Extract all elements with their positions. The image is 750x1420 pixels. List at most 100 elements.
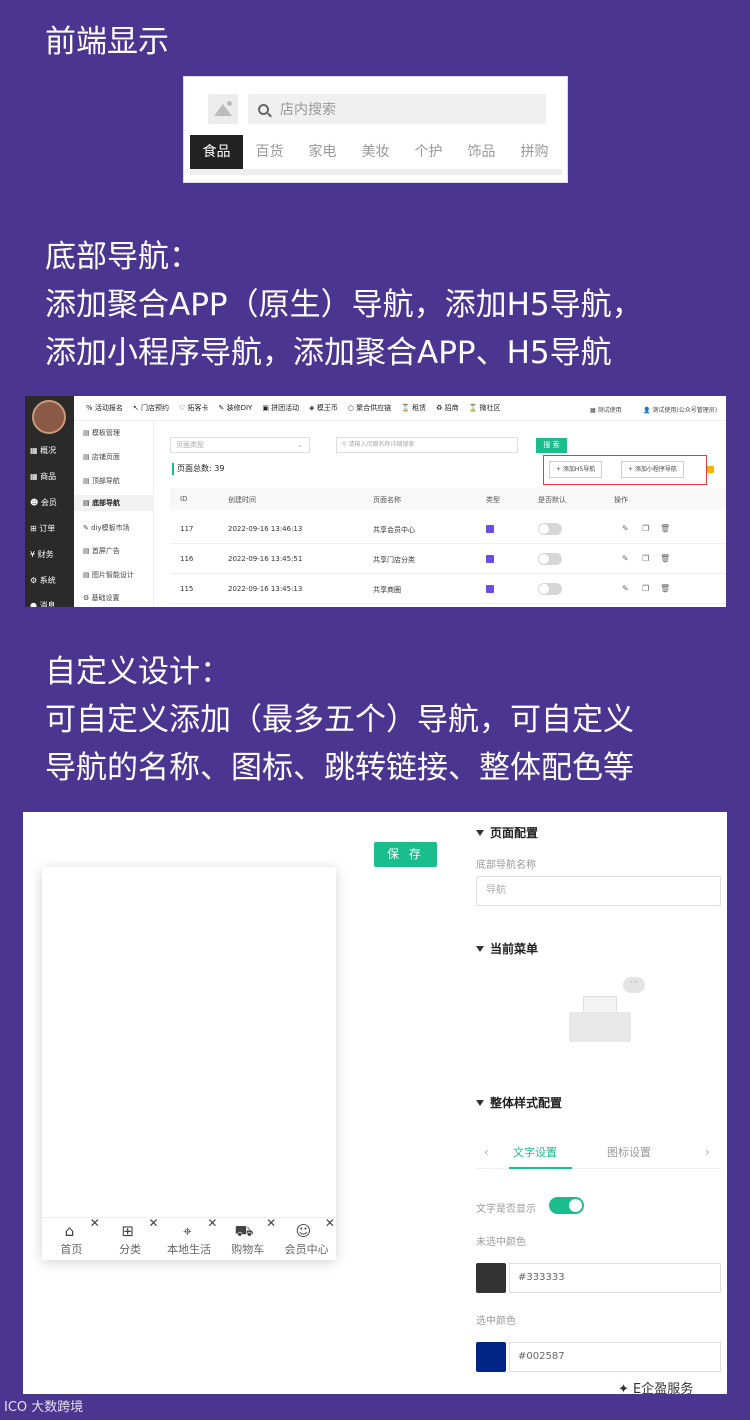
sidebar-item-overview[interactable]: ▦ 概况 <box>30 445 56 456</box>
tab-icon-settings[interactable]: 图标设置 <box>607 1144 651 1160</box>
color-value-input[interactable]: #002587 <box>509 1342 721 1372</box>
store-logo <box>32 400 66 434</box>
home-icon: ⌂ <box>64 1222 75 1240</box>
nav-item-category[interactable]: ⊞ ✕ 分类 <box>101 1216 160 1260</box>
close-icon[interactable]: ✕ <box>266 1216 276 1230</box>
edit-icon[interactable]: ✎ <box>622 584 629 593</box>
unselected-color-picker[interactable]: #333333 <box>476 1263 721 1293</box>
heading-line: 导航的名称、图标、跳转链接、整体配色等 <box>45 750 634 786</box>
sidebar-item-members[interactable]: ☻ 会员 <box>30 497 57 508</box>
color-swatch[interactable] <box>476 1342 506 1372</box>
category-tab[interactable]: 拼购 <box>508 135 561 169</box>
sidebar-item-system[interactable]: ⚙ 系统 <box>30 575 56 586</box>
category-tab[interactable]: 饰品 <box>455 135 508 169</box>
account-menu[interactable]: 👤 测试使用(公众号管理员) <box>643 405 717 414</box>
category-tab[interactable]: 美妆 <box>349 135 402 169</box>
sub-menu-item[interactable]: ▤ 模板管理 <box>83 428 120 438</box>
top-nav-label: 拼团活动 <box>271 404 300 412</box>
top-nav: % 活动报名 ↖ 门店预约 ♡ 拓客卡 ✎ 装修DIY ▣ 拼团活动 ◈ 模王币… <box>74 396 726 421</box>
nav-item-local-life[interactable]: ⌖ ✕ 本地生活 <box>160 1216 219 1260</box>
top-nav-item[interactable]: ○ 聚合供应链 <box>348 403 391 413</box>
sidebar-item-goods[interactable]: ▦ 商品 <box>30 471 56 482</box>
top-nav-item[interactable]: ♡ 拓客卡 <box>179 403 209 413</box>
close-icon[interactable]: ✕ <box>90 1216 100 1230</box>
sub-menu-item[interactable]: ⚙ 基础设置 <box>83 593 120 603</box>
selected-color-picker[interactable]: #002587 <box>476 1342 721 1372</box>
test-use-link[interactable]: ▦ 测试使用 <box>590 405 622 414</box>
text-show-toggle[interactable] <box>549 1197 584 1214</box>
sub-menu-label: 图片智能设计 <box>91 571 134 579</box>
nav-item-home[interactable]: ⌂ ✕ 首页 <box>42 1216 101 1260</box>
category-tab[interactable]: 食品 <box>190 135 243 169</box>
color-value-input[interactable]: #333333 <box>509 1263 721 1293</box>
lock-icon <box>707 466 714 473</box>
tab-text-settings[interactable]: 文字设置 <box>513 1144 557 1160</box>
top-nav-label: 门店预约 <box>140 404 169 412</box>
page-type-select[interactable]: 页面类型 ⌄ <box>170 437 310 453</box>
top-nav-item[interactable]: ⌛ 微社区 <box>469 403 501 413</box>
edit-icon[interactable]: ✎ <box>622 524 629 533</box>
copy-icon[interactable]: ❐ <box>642 554 649 563</box>
nav-item-cart[interactable]: ⛟ ✕ 购物车 <box>218 1216 277 1260</box>
delete-icon[interactable]: 🗑 <box>660 554 670 563</box>
chevron-left-icon[interactable]: ‹ <box>484 1145 489 1159</box>
nav-item-label: 分类 <box>119 1243 142 1256</box>
row-time: 2022-09-16 13:46:13 <box>228 525 303 533</box>
close-icon[interactable]: ✕ <box>325 1216 335 1230</box>
top-nav-item[interactable]: ⌛ 租赁 <box>401 403 426 413</box>
default-toggle[interactable] <box>538 553 562 565</box>
sub-menu-item-active[interactable]: ▤ 底部导航 <box>74 495 154 511</box>
keyword-search-input[interactable]: ⚲ 请输入页面名称详细搜索 <box>336 437 518 453</box>
section-style-config[interactable]: 整体样式配置 <box>476 1094 562 1111</box>
section-page-config[interactable]: 页面配置 <box>476 824 538 841</box>
sub-menu-item[interactable]: ▤ 图片智能设计 <box>83 570 134 580</box>
default-toggle[interactable] <box>538 523 562 535</box>
top-nav-item[interactable]: ✎ 装修DIY <box>219 403 253 413</box>
copy-icon[interactable]: ❐ <box>642 584 649 593</box>
category-tab[interactable]: 个护 <box>402 135 455 169</box>
copy-icon[interactable]: ❐ <box>642 524 649 533</box>
delete-icon[interactable]: 🗑 <box>660 584 670 593</box>
close-icon[interactable]: ✕ <box>207 1216 217 1230</box>
sub-menu-item[interactable]: ▤ 首屏广告 <box>83 546 120 556</box>
sub-menu-item[interactable]: ▤ 店铺页面 <box>83 452 120 462</box>
location-pin-icon: ⌖ <box>183 1222 192 1240</box>
top-nav-item[interactable]: ↖ 门店预约 <box>133 403 169 413</box>
close-icon[interactable]: ✕ <box>149 1216 159 1230</box>
store-search-input[interactable]: 店内搜索 <box>248 94 546 124</box>
row-name: 共享门店分类 <box>373 556 415 564</box>
search-button[interactable]: 搜 索 <box>536 438 567 453</box>
top-nav-item[interactable]: % 活动报名 <box>86 403 123 413</box>
row-id: 115 <box>180 585 194 593</box>
category-tab[interactable]: 百货 <box>243 135 296 169</box>
sub-menu-label: 模板管理 <box>91 429 120 437</box>
delete-icon[interactable]: 🗑 <box>660 524 670 533</box>
sub-menu-item[interactable]: ✎ diy模板市场 <box>83 523 130 533</box>
type-icon <box>486 585 494 593</box>
edit-icon[interactable]: ✎ <box>622 554 629 563</box>
sub-menu-label: diy模板市场 <box>91 524 130 532</box>
input-placeholder: 请输入页面名称详细搜索 <box>348 441 415 448</box>
nav-item-member-center[interactable]: ☺ ✕ 会员中心 <box>277 1216 336 1260</box>
nav-name-input[interactable]: 导航 <box>476 876 721 906</box>
sidebar-item-messages[interactable]: ● 消息 <box>30 600 56 607</box>
default-toggle[interactable] <box>538 583 562 595</box>
sidebar-item-finance[interactable]: ¥ 财务 <box>30 549 54 560</box>
text-show-label: 文字是否显示 <box>476 1204 536 1215</box>
add-h5-nav-button[interactable]: + 添加H5导航 <box>549 461 603 478</box>
top-nav-item[interactable]: ♻ 招商 <box>436 403 459 413</box>
section-current-menu[interactable]: 当前菜单 <box>476 940 538 957</box>
heading-line: 自定义设计： <box>45 654 231 690</box>
heading-line: 可自定义添加（最多五个）导航，可自定义 <box>45 702 634 738</box>
category-tabs: 食品 百货 家电 美妆 个护 饰品 拼购 <box>190 135 562 169</box>
category-tab[interactable]: 家电 <box>296 135 349 169</box>
sidebar-item-orders[interactable]: ⊞ 订单 <box>30 523 55 534</box>
add-mini-program-nav-button[interactable]: + 添加小程序导航 <box>621 461 684 478</box>
sub-menu-item[interactable]: ▤ 顶部导航 <box>83 476 120 486</box>
chevron-right-icon[interactable]: › <box>705 1145 710 1159</box>
save-button[interactable]: 保 存 <box>374 842 437 867</box>
top-nav-item[interactable]: ◈ 模王币 <box>309 403 338 413</box>
sidebar-item-label: 会员 <box>40 498 57 507</box>
color-swatch[interactable] <box>476 1263 506 1293</box>
top-nav-item[interactable]: ▣ 拼团活动 <box>262 403 299 413</box>
